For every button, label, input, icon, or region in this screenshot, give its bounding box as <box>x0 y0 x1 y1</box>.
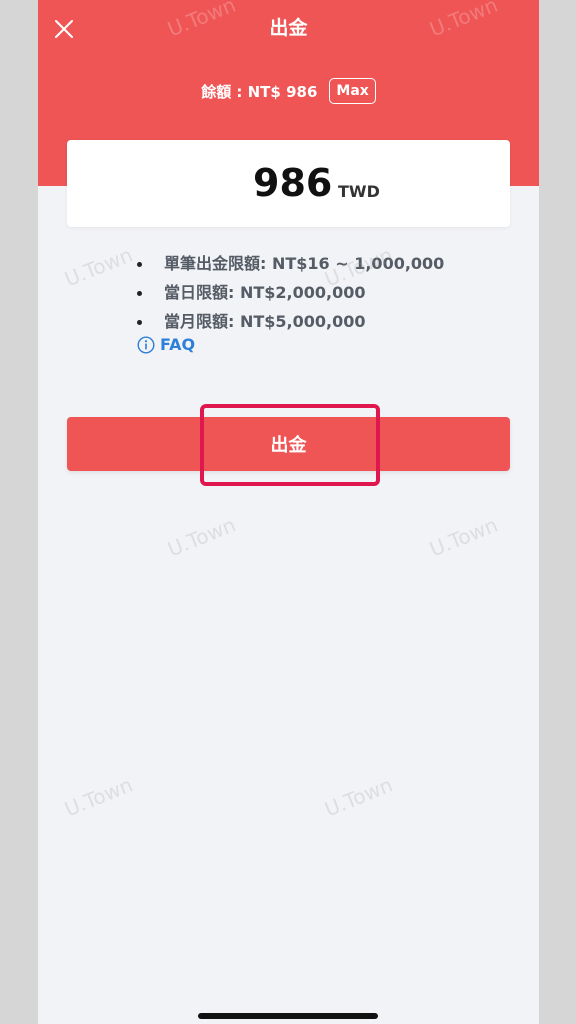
balance-row: 餘額 : NT$ 986 Max <box>38 78 539 104</box>
faq-link[interactable]: FAQ <box>137 335 195 354</box>
list-item: 單筆出金限額: NT$16 ~ 1,000,000 <box>132 249 444 278</box>
watermark: U.Town <box>164 512 240 562</box>
balance-label: 餘額 : NT$ 986 <box>201 82 318 101</box>
amount-input[interactable]: 986 TWD <box>67 140 510 227</box>
page-title: 出金 <box>269 17 308 39</box>
watermark: U.Town <box>61 772 137 822</box>
currency-label: TWD <box>338 182 380 201</box>
withdraw-screen: U.Town U.Town 出金 餘額 : NT$ 986 Max 986 TW… <box>38 0 539 1024</box>
limits-list: 單筆出金限額: NT$16 ~ 1,000,000 當日限額: NT$2,000… <box>132 249 444 336</box>
amount-value: 986 <box>253 161 333 205</box>
watermark: U.Town <box>321 772 397 822</box>
max-button[interactable]: Max <box>329 78 376 104</box>
list-item: 當日限額: NT$2,000,000 <box>132 278 444 307</box>
info-icon <box>137 335 155 354</box>
faq-label: FAQ <box>160 335 196 354</box>
watermark: U.Town <box>61 242 137 292</box>
watermark: U.Town <box>426 512 502 562</box>
home-indicator <box>198 1013 378 1019</box>
withdraw-button[interactable]: 出金 <box>67 417 510 471</box>
list-item: 當月限額: NT$5,000,000 <box>132 307 444 336</box>
